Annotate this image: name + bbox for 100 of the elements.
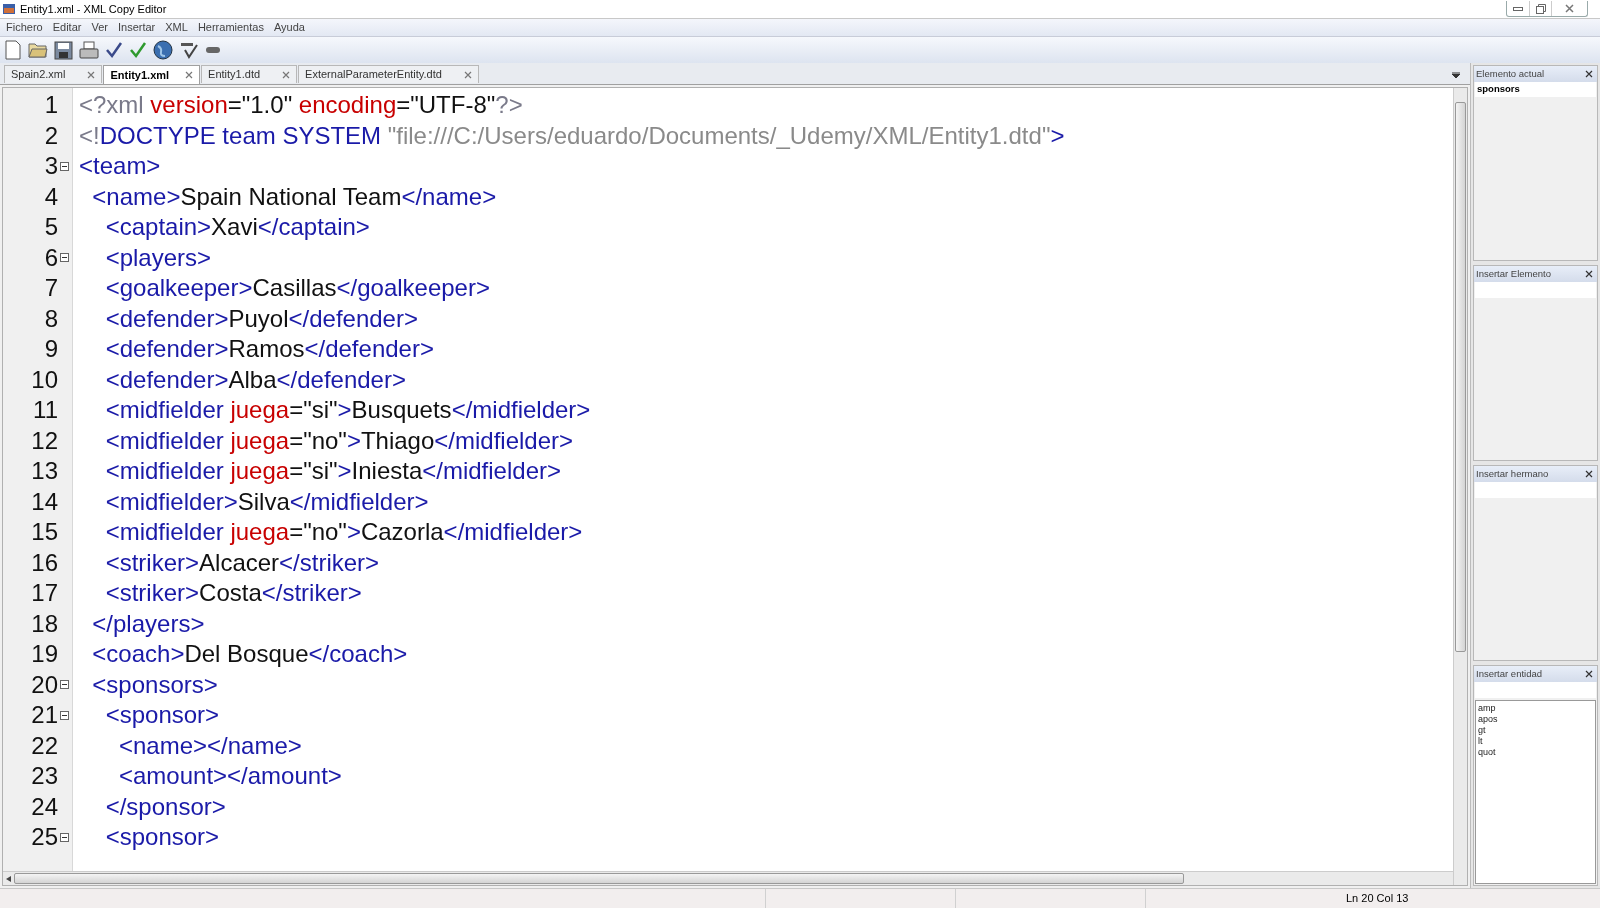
code-line: <midfielder juega="no">Cazorla</midfielder>: [104, 517, 584, 548]
scrollbar-thumb[interactable]: [14, 873, 1184, 884]
code-line: </sponsor>: [104, 791, 227, 822]
check-icon[interactable]: [129, 41, 147, 59]
spellcheck-icon[interactable]: [179, 41, 199, 59]
filter-field[interactable]: [1475, 682, 1596, 698]
file-tab[interactable]: Entity1.xml: [103, 65, 201, 84]
filter-field[interactable]: [1475, 482, 1596, 498]
cursor-position: Ln 20 Col 13: [1346, 891, 1409, 907]
line-number: 11: [33, 398, 58, 423]
line-number: 24: [31, 794, 58, 819]
fold-icon[interactable]: [59, 680, 69, 690]
line-number: 17: [31, 581, 58, 606]
code-line: <goalkeeper>Casillas</goalkeeper>: [104, 273, 491, 304]
filter-field[interactable]: [1475, 282, 1596, 298]
scrollbar-thumb[interactable]: [1455, 102, 1466, 652]
line-number: 13: [31, 459, 58, 484]
line-number: 9: [44, 337, 58, 362]
close-icon[interactable]: [185, 71, 194, 79]
menu-item[interactable]: Insertar: [117, 19, 156, 36]
code-line: <name></name>: [118, 730, 303, 761]
window-title: Entity1.xml - XML Copy Editor: [20, 1, 167, 17]
entity-item[interactable]: quot: [1478, 747, 1593, 758]
close-icon[interactable]: [1585, 670, 1593, 678]
close-icon: [1565, 4, 1574, 13]
code-line: <striker>Costa</striker>: [104, 578, 363, 609]
code-line: <midfielder juega="no">Thiago</midfielder>: [104, 425, 575, 456]
file-tab[interactable]: ExternalParameterEntity.dtd: [298, 65, 479, 83]
line-number: 2: [44, 123, 58, 148]
menu-item[interactable]: Editar: [52, 19, 82, 36]
line-number: 8: [44, 306, 58, 331]
code-line: <striker>Alcacer</striker>: [104, 547, 381, 578]
entity-item[interactable]: amp: [1478, 703, 1593, 714]
restore-icon: [1535, 3, 1546, 14]
code-line: <coach>Del Bosque</coach>: [91, 639, 409, 670]
line-number: 18: [31, 611, 58, 636]
line-number: 15: [31, 520, 58, 545]
current-element: sponsors: [1475, 82, 1596, 97]
open-folder-icon[interactable]: [28, 41, 48, 59]
panel-title: Insertar hermano: [1476, 466, 1549, 481]
code-line: <sponsor>: [104, 822, 221, 853]
menu-item[interactable]: Herramientas: [197, 19, 264, 36]
code-line: <amount></amount>: [118, 761, 343, 792]
line-number: 10: [31, 367, 58, 392]
line-number: 25: [31, 825, 58, 850]
save-icon[interactable]: [54, 40, 73, 60]
line-number: 1: [44, 93, 58, 118]
line-number: 19: [31, 642, 58, 667]
vertical-scrollbar[interactable]: [1453, 88, 1467, 885]
line-number: 20: [31, 672, 58, 697]
code-line: <defender>Alba</defender>: [104, 364, 407, 395]
line-number: 23: [31, 764, 58, 789]
panel-title: Elemento actual: [1476, 66, 1545, 81]
code-line: <captain>Xavi</captain>: [104, 212, 371, 243]
line-number: 6: [44, 245, 58, 270]
code-line: </players>: [91, 608, 206, 639]
file-tab[interactable]: Entity1.dtd: [201, 65, 298, 83]
new-file-icon[interactable]: [4, 40, 22, 60]
code-line: <midfielder juega="si">Iniesta</midfielder>: [104, 456, 562, 487]
entity-item[interactable]: apos: [1478, 714, 1593, 725]
code-line: <defender>Puyol</defender>: [104, 303, 419, 334]
code-line: <sponsors>: [91, 669, 219, 700]
scroll-left-icon[interactable]: [6, 875, 11, 882]
fold-icon[interactable]: [59, 253, 69, 263]
globe-icon[interactable]: [153, 40, 173, 60]
entity-item[interactable]: gt: [1478, 725, 1593, 736]
line-number: 16: [31, 550, 58, 575]
line-number: 22: [31, 733, 58, 758]
code-line: <?xml version="1.0" encoding="UTF-8"?>: [79, 90, 524, 121]
menu-item[interactable]: Ayuda: [273, 19, 305, 36]
line-number: 14: [31, 489, 58, 514]
menu-item[interactable]: Ver: [91, 19, 108, 36]
line-number: 7: [44, 276, 58, 301]
fold-icon[interactable]: [59, 832, 69, 842]
check-icon[interactable]: [105, 41, 123, 59]
fold-icon[interactable]: [59, 710, 69, 720]
print-icon[interactable]: [79, 40, 99, 60]
menu-item[interactable]: Fichero: [6, 19, 43, 36]
line-number: 5: [44, 215, 58, 240]
code-line: <team>: [79, 151, 162, 182]
line-number: 12: [31, 428, 58, 453]
code-line: <players>: [104, 242, 213, 273]
line-number: 3: [44, 154, 58, 179]
code-line: <name>Spain National Team</name>: [91, 181, 498, 212]
tab-menu-icon[interactable]: [1452, 72, 1460, 78]
panel-title: Insertar Elemento: [1476, 266, 1551, 281]
minimize-icon: [1513, 5, 1523, 12]
line-number: 4: [44, 184, 58, 209]
code-line: <sponsor>: [104, 700, 221, 731]
close-icon[interactable]: [1585, 70, 1593, 78]
horizontal-scrollbar[interactable]: [3, 871, 1453, 885]
line-number: 21: [31, 703, 58, 728]
entity-item[interactable]: lt: [1478, 736, 1593, 747]
code-line: <midfielder>Silva</midfielder>: [104, 486, 430, 517]
menu-item[interactable]: XML: [165, 19, 188, 36]
file-tab[interactable]: Spain2.xml: [4, 65, 103, 83]
app-icon: [2, 2, 16, 16]
close-icon[interactable]: [1585, 270, 1593, 278]
fold-icon[interactable]: [59, 161, 69, 171]
close-icon[interactable]: [1585, 470, 1593, 478]
